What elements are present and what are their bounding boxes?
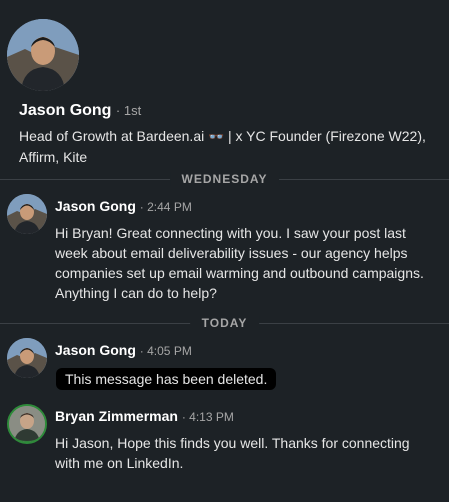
sender-name[interactable]: Jason Gong xyxy=(55,342,136,358)
person-photo-icon xyxy=(7,19,79,91)
glasses-emoji-icon: 👓 xyxy=(208,129,225,144)
person-photo-icon xyxy=(9,406,45,442)
sender-name[interactable]: Jason Gong xyxy=(55,198,136,214)
message-time: · 2:44 PM xyxy=(139,200,192,214)
sender-avatar[interactable] xyxy=(7,404,47,444)
deleted-message-notice: This message has been deleted. xyxy=(56,368,277,390)
day-divider-today: TODAY xyxy=(0,316,449,330)
message-time: · 4:13 PM xyxy=(181,410,234,424)
connection-degree: · 1st xyxy=(115,103,142,118)
person-photo-icon xyxy=(7,194,47,234)
message-header: Bryan Zimmerman · 4:13 PM xyxy=(55,408,234,424)
profile-name-line: Jason Gong · 1st xyxy=(19,102,141,120)
day-label: WEDNESDAY xyxy=(169,172,280,186)
message-header: Jason Gong · 2:44 PM xyxy=(55,198,192,214)
conversation-pane: Jason Gong · 1st Head of Growth at Barde… xyxy=(0,0,449,502)
sender-avatar[interactable] xyxy=(7,338,47,378)
sender-name[interactable]: Bryan Zimmerman xyxy=(55,408,178,424)
person-photo-icon xyxy=(7,338,47,378)
message-header: Jason Gong · 4:05 PM xyxy=(55,342,192,358)
profile-avatar[interactable] xyxy=(7,19,79,91)
day-label: TODAY xyxy=(189,316,260,330)
sender-avatar[interactable] xyxy=(7,194,47,234)
message-time: · 4:05 PM xyxy=(139,344,192,358)
message-body: Hi Jason, Hope this finds you well. Than… xyxy=(55,435,410,471)
headline-text-part1: Head of Growth at Bardeen.ai xyxy=(19,128,209,144)
day-divider-wednesday: WEDNESDAY xyxy=(0,172,449,186)
message-body: Hi Bryan! Great connecting with you. I s… xyxy=(55,225,424,301)
profile-headline: Head of Growth at Bardeen.ai 👓 | x YC Fo… xyxy=(19,126,439,167)
profile-name[interactable]: Jason Gong xyxy=(19,102,111,119)
